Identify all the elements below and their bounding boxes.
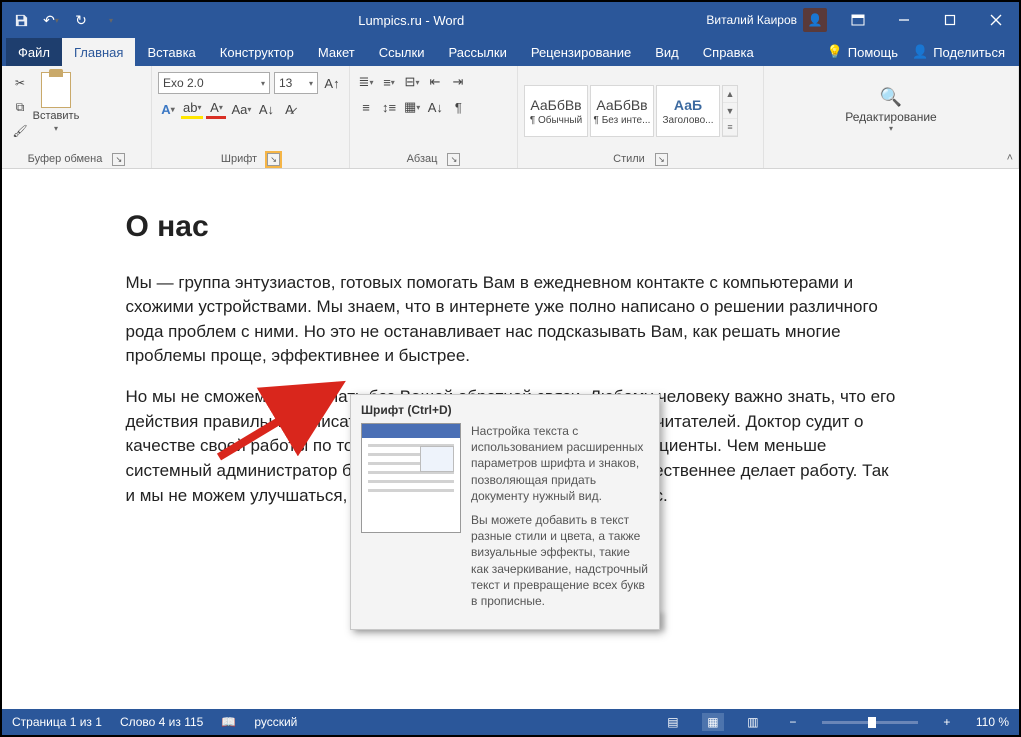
copy-icon[interactable]: ⧉ — [10, 98, 30, 116]
maximize-button[interactable] — [927, 2, 973, 38]
print-layout-icon[interactable]: ▦ — [702, 713, 724, 731]
tab-file[interactable]: Файл — [6, 38, 62, 66]
cut-icon[interactable]: ✂ — [10, 74, 30, 92]
tooltip-preview-icon — [361, 423, 461, 533]
clipboard-launcher[interactable]: ↘ — [112, 153, 125, 166]
tab-design[interactable]: Конструктор — [208, 38, 306, 66]
clear-formatting-button[interactable]: A̷ — [279, 99, 299, 119]
status-language[interactable]: русский — [254, 715, 297, 729]
group-paragraph: ≣▾ ≡▾ ⊟▾ ⇤ ⇥ ≡ ↕≡ ▦▾ A↓ ¶ Абзац↘ — [350, 66, 518, 168]
close-button[interactable] — [973, 2, 1019, 38]
quick-access-toolbar: ↶▾ ↻ ▾ — [2, 7, 124, 33]
find-icon[interactable]: 🔍 — [880, 87, 902, 110]
status-words[interactable]: Слово 4 из 115 — [120, 715, 203, 729]
ribbon: ✂ ⧉ 🖌 Вставить ▾ Буфер обмена↘ Exo 2.0▾ … — [2, 66, 1019, 169]
numbering-button[interactable]: ≡▾ — [379, 72, 399, 92]
user-name-label: Виталий Каиров — [706, 13, 797, 27]
group-styles: АаБбВв¶ Обычный АаБбВв¶ Без инте... АаБЗ… — [518, 66, 764, 168]
multilevel-button[interactable]: ⊟▾ — [402, 72, 422, 92]
lightbulb-icon: 💡 — [827, 44, 843, 60]
group-clipboard: ✂ ⧉ 🖌 Вставить ▾ Буфер обмена↘ — [2, 66, 152, 168]
tab-help[interactable]: Справка — [691, 38, 766, 66]
line-spacing-button[interactable]: ↕≡ — [379, 97, 399, 117]
sort-button[interactable]: A↓ — [425, 97, 445, 117]
tooltip-text-2: Вы можете добавить в текст разные стили … — [471, 512, 649, 609]
paragraph-launcher[interactable]: ↘ — [447, 153, 460, 166]
share-button[interactable]: 👤Поделиться — [912, 44, 1005, 60]
zoom-out-button[interactable]: − — [782, 713, 804, 731]
tab-layout[interactable]: Макет — [306, 38, 367, 66]
decrease-indent-button[interactable]: ⇤ — [425, 72, 445, 92]
user-account[interactable]: Виталий Каиров 👤 — [698, 8, 835, 32]
style-heading1[interactable]: АаБЗаголово... — [656, 85, 720, 137]
spellcheck-icon[interactable]: 📖 — [221, 715, 236, 729]
group-editing: 🔍 Редактирование ▾ — [764, 66, 1019, 168]
font-launcher[interactable]: ↘ — [267, 153, 280, 166]
status-bar: Страница 1 из 1 Слово 4 из 115 📖 русский… — [2, 709, 1019, 735]
font-color-button[interactable]: A▾ — [206, 99, 226, 119]
highlight-button[interactable]: ab▾ — [181, 99, 203, 119]
save-icon[interactable] — [8, 7, 34, 33]
ribbon-tabs: Файл Главная Вставка Конструктор Макет С… — [2, 38, 1019, 66]
zoom-in-button[interactable]: + — [936, 713, 958, 731]
ribbon-display-options-icon[interactable] — [835, 2, 881, 38]
font-name-select[interactable]: Exo 2.0▾ — [158, 72, 270, 94]
paste-button[interactable]: Вставить ▾ — [32, 70, 80, 133]
tab-review[interactable]: Рецензирование — [519, 38, 643, 66]
read-mode-icon[interactable]: ▤ — [662, 713, 684, 731]
format-painter-icon[interactable]: 🖌 — [10, 122, 30, 140]
titlebar: ↶▾ ↻ ▾ Lumpics.ru - Word Виталий Каиров … — [2, 2, 1019, 38]
titlebar-right: Виталий Каиров 👤 — [698, 2, 1019, 38]
qat-customize-icon[interactable]: ▾ — [98, 7, 124, 33]
zoom-level[interactable]: 110 % — [976, 715, 1009, 729]
tab-view[interactable]: Вид — [643, 38, 691, 66]
undo-icon[interactable]: ↶▾ — [38, 7, 64, 33]
doc-paragraph-1: Мы — группа энтузиастов, готовых помогат… — [126, 271, 896, 370]
group-font: Exo 2.0▾ 13▾ A↑ A▾ ab▾ A▾ Aa▾ A↓ A̷ Шриф… — [152, 66, 350, 168]
window-title: Lumpics.ru - Word — [124, 13, 698, 28]
tab-references[interactable]: Ссылки — [367, 38, 437, 66]
change-case-button[interactable]: Aa▾ — [229, 99, 253, 119]
doc-heading: О нас — [126, 205, 896, 249]
bullets-button[interactable]: ≣▾ — [356, 72, 376, 92]
avatar-icon: 👤 — [803, 8, 827, 32]
share-icon: 👤 — [912, 44, 928, 60]
tooltip-title: Шрифт (Ctrl+D) — [361, 403, 649, 417]
redo-icon[interactable]: ↻ — [68, 7, 94, 33]
style-normal[interactable]: АаБбВв¶ Обычный — [524, 85, 588, 137]
tab-home[interactable]: Главная — [62, 38, 135, 66]
clipboard-icon — [41, 72, 71, 108]
tab-insert[interactable]: Вставка — [135, 38, 207, 66]
word-window: ↶▾ ↻ ▾ Lumpics.ru - Word Виталий Каиров … — [0, 0, 1021, 737]
shading-button[interactable]: ▦▾ — [402, 97, 422, 117]
font-size-select[interactable]: 13▾ — [274, 72, 318, 94]
increase-indent-button[interactable]: ⇥ — [448, 72, 468, 92]
collapse-ribbon-icon[interactable]: ˄ — [1007, 152, 1013, 164]
tab-mailings[interactable]: Рассылки — [436, 38, 518, 66]
shrink-font-button[interactable]: A↓ — [256, 99, 276, 119]
grow-font-button[interactable]: A↑ — [322, 73, 342, 93]
document-area[interactable]: О нас Мы — группа энтузиастов, готовых п… — [2, 169, 1019, 709]
text-effects-button[interactable]: A▾ — [158, 99, 178, 119]
font-dialog-tooltip: Шрифт (Ctrl+D) Настройка текста с исполь… — [350, 394, 660, 630]
style-no-spacing[interactable]: АаБбВв¶ Без инте... — [590, 85, 654, 137]
tell-me-button[interactable]: 💡Помощь — [827, 44, 898, 60]
zoom-slider[interactable] — [822, 721, 918, 724]
show-marks-button[interactable]: ¶ — [448, 97, 468, 117]
tooltip-text-1: Настройка текста с использованием расшир… — [471, 423, 649, 504]
editing-label[interactable]: Редактирование — [845, 110, 936, 124]
styles-launcher[interactable]: ↘ — [655, 153, 668, 166]
styles-gallery-nav[interactable]: ▲▼≡ — [722, 85, 738, 137]
status-page[interactable]: Страница 1 из 1 — [12, 715, 102, 729]
align-left-button[interactable]: ≡ — [356, 97, 376, 117]
web-layout-icon[interactable]: ▥ — [742, 713, 764, 731]
minimize-button[interactable] — [881, 2, 927, 38]
